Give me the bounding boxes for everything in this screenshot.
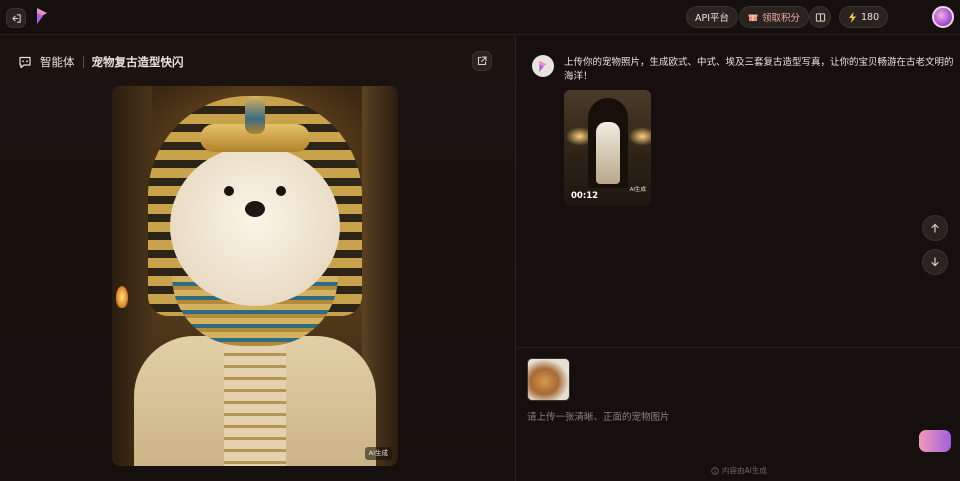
agent-title: 宠物复古造型快闪 xyxy=(91,55,184,69)
video-duration: 00:12 xyxy=(571,191,599,201)
sample-video-thumbnail[interactable]: AI生成 00:12 xyxy=(564,90,651,206)
credits-badge[interactable]: 180 xyxy=(839,6,889,28)
claim-points-label: 领取积分 xyxy=(762,13,801,24)
breadcrumb: 智能体 宠物复古造型快闪 xyxy=(18,54,184,70)
ai-generated-badge: AI生成 xyxy=(364,447,392,460)
top-bar: API平台 领取积分 180 xyxy=(0,0,960,35)
user-avatar[interactable] xyxy=(932,6,954,28)
external-link-icon xyxy=(477,56,487,66)
breadcrumb-root[interactable]: 智能体 xyxy=(40,54,75,70)
chat-panel: 上传你的宠物照片，生成欧式、中式、埃及三套复古造型写真，让你的宝贝畅游在古老文明… xyxy=(517,36,960,481)
app-logo[interactable] xyxy=(34,7,50,25)
book-button[interactable] xyxy=(809,6,831,28)
exit-icon xyxy=(11,13,21,23)
bot-avatar xyxy=(532,55,554,77)
bot-message: 上传你的宠物照片，生成欧式、中式、埃及三套复古造型写真，让你的宝贝畅游在古老文明… xyxy=(564,57,954,82)
api-platform-button[interactable]: API平台 xyxy=(686,6,739,28)
pet-portrait-image[interactable]: AI生成 xyxy=(112,86,398,466)
breadcrumb-divider xyxy=(82,56,84,68)
video-ai-badge: AI生成 xyxy=(629,187,646,193)
prompt-input[interactable] xyxy=(527,408,917,426)
send-button[interactable] xyxy=(919,430,951,452)
chat-bot-icon xyxy=(19,56,31,68)
arrow-down-icon xyxy=(931,257,939,267)
gift-icon xyxy=(748,14,758,21)
arrow-up-icon xyxy=(931,223,939,233)
bot-logo-icon xyxy=(539,60,547,72)
composer: 内容由AI生成 xyxy=(517,347,960,481)
scroll-down-button[interactable] xyxy=(922,249,948,275)
ai-disclaimer-text: 内容由AI生成 xyxy=(722,466,767,475)
ai-disclaimer: 内容由AI生成 xyxy=(711,465,767,476)
info-icon xyxy=(711,466,719,475)
torch-flame xyxy=(116,286,128,308)
api-platform-label: API平台 xyxy=(695,13,730,24)
dog-face xyxy=(170,146,340,306)
share-button[interactable] xyxy=(472,51,492,71)
exit-button[interactable] xyxy=(6,8,26,28)
uploaded-pet-thumbnail[interactable] xyxy=(527,358,570,401)
uraeus-crown xyxy=(245,96,265,134)
credits-count: 180 xyxy=(861,11,880,23)
scroll-up-button[interactable] xyxy=(922,215,948,241)
agent-preview-panel: 智能体 宠物复古造型快闪 AI生成 xyxy=(0,36,516,481)
claim-points-button[interactable]: 领取积分 xyxy=(739,6,810,28)
lightning-icon xyxy=(849,11,856,23)
book-icon xyxy=(815,12,825,22)
